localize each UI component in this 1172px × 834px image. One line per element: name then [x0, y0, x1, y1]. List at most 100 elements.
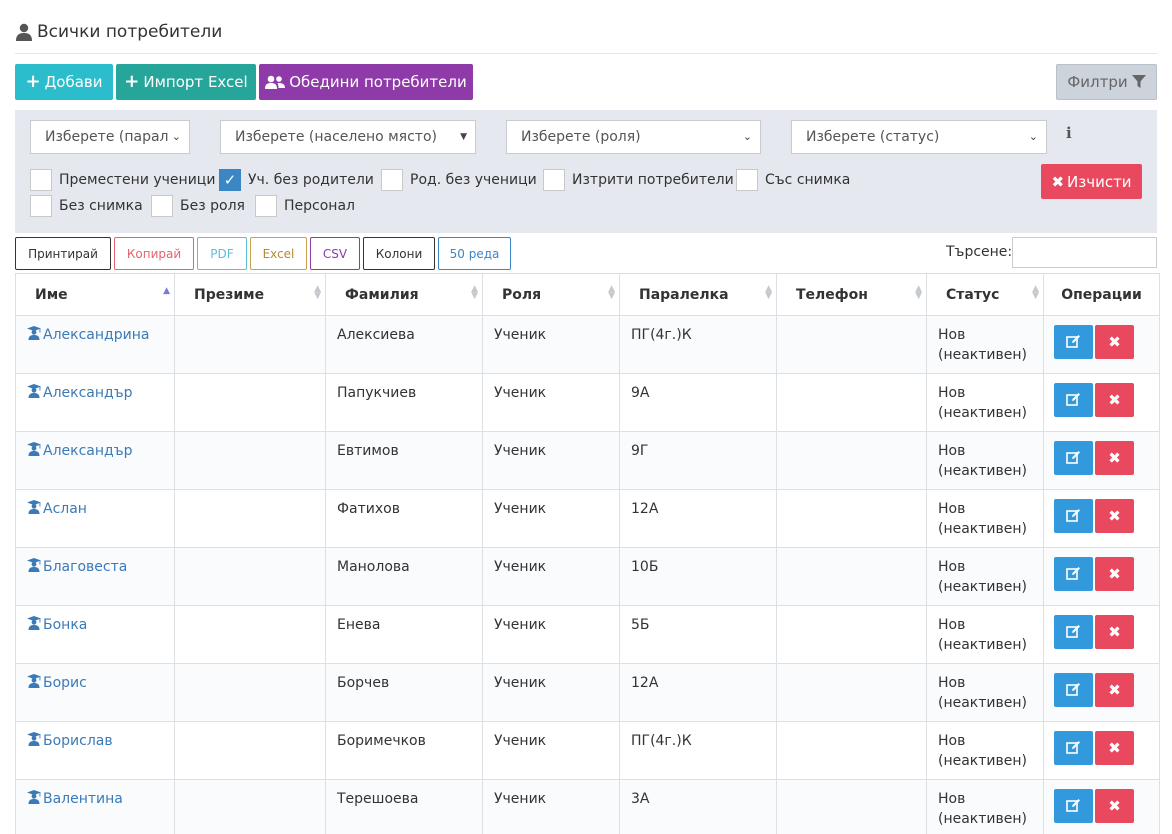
cell-middle-name [174, 605, 326, 664]
delete-button[interactable]: ✖ [1095, 557, 1134, 591]
place-select[interactable]: Изберете (населено място) ▼ [220, 120, 476, 154]
user-link[interactable]: Бонка [43, 617, 87, 633]
edit-button[interactable] [1054, 789, 1093, 823]
cell-last-name: Терешоева [325, 779, 483, 834]
cell-operations: ✖ [1043, 721, 1160, 780]
user-link[interactable]: Александър [43, 385, 132, 401]
csv-button[interactable]: CSV [310, 237, 360, 270]
checkbox-students-without-parents[interactable]: ✓ Уч. без родители [219, 169, 374, 191]
funnel-icon [1131, 75, 1146, 88]
edit-icon [1066, 683, 1080, 696]
table-row: Борис Борчев Ученик 12А Нов (неактивен) ✖ [15, 663, 1160, 722]
user-link[interactable]: Александрина [43, 327, 149, 343]
import-excel-button[interactable]: + Импорт Excel [116, 64, 256, 100]
delete-button[interactable]: ✖ [1095, 731, 1134, 765]
edit-button[interactable] [1054, 383, 1093, 417]
role-select[interactable]: Изберете (роля) ⌄ [506, 120, 761, 154]
column-header-role[interactable]: Роля ▲ ▼ [482, 273, 620, 316]
column-header-class[interactable]: Паралелка ▲ ▼ [619, 273, 777, 316]
checkbox-box[interactable] [736, 169, 758, 191]
checkbox-without-role[interactable]: Без роля [151, 195, 245, 217]
cell-first-name: Александър [15, 431, 175, 490]
class-select-value: Изберете (парал [45, 129, 169, 145]
pdf-button[interactable]: PDF [197, 237, 247, 270]
filter-panel: Изберете (парал ⌄ Изберете (населено мяс… [15, 110, 1157, 233]
cell-first-name: Валентина [15, 779, 175, 834]
checkbox-label: Род. без ученици [410, 172, 537, 188]
checkbox-box[interactable] [30, 195, 52, 217]
clear-filters-button[interactable]: ✖ Изчисти [1041, 164, 1142, 199]
delete-button[interactable]: ✖ [1095, 499, 1134, 533]
edit-button[interactable] [1054, 441, 1093, 475]
status-text: Нов (неактивен) [938, 327, 1027, 363]
checkbox-with-photo[interactable]: Със снимка [736, 169, 850, 191]
sort-icon: ▲ ▼ [608, 284, 615, 301]
checkbox-box[interactable] [381, 169, 403, 191]
column-header-label: Телефон [796, 286, 868, 303]
edit-button[interactable] [1054, 325, 1093, 359]
column-header-status[interactable]: Статус ▲ ▼ [926, 273, 1044, 316]
edit-button[interactable] [1054, 615, 1093, 649]
column-header-phone[interactable]: Телефон ▲ ▼ [776, 273, 927, 316]
delete-button[interactable]: ✖ [1095, 789, 1134, 823]
column-header-label: Презиме [194, 286, 265, 303]
user-link[interactable]: Борис [43, 675, 87, 691]
cell-role: Ученик [482, 663, 620, 722]
edit-button[interactable] [1054, 557, 1093, 591]
columns-button[interactable]: Колони [363, 237, 435, 270]
delete-button[interactable]: ✖ [1095, 325, 1134, 359]
add-button[interactable]: + Добави [15, 64, 113, 100]
column-header-label: Роля [502, 286, 542, 303]
status-text: Нов (неактивен) [938, 559, 1027, 595]
delete-button[interactable]: ✖ [1095, 383, 1134, 417]
user-link[interactable]: Александър [43, 443, 132, 459]
cell-middle-name [174, 547, 326, 606]
checkbox-deleted-users[interactable]: Изтрити потребители [543, 169, 734, 191]
checkbox-staff[interactable]: Персонал [255, 195, 355, 217]
check-icon[interactable]: ✓ [219, 169, 241, 191]
checkbox-box[interactable] [151, 195, 173, 217]
delete-button[interactable]: ✖ [1095, 441, 1134, 475]
delete-button[interactable]: ✖ [1095, 615, 1134, 649]
user-link[interactable]: Валентина [43, 791, 123, 807]
copy-button[interactable]: Копирай [114, 237, 194, 270]
search-input[interactable] [1012, 237, 1157, 268]
cell-role: Ученик [482, 373, 620, 432]
checkbox-label: Уч. без родители [248, 172, 374, 188]
cell-role: Ученик [482, 605, 620, 664]
excel-button[interactable]: Excel [250, 237, 307, 270]
delete-button[interactable]: ✖ [1095, 673, 1134, 707]
status-select[interactable]: Изберете (статус) ⌄ [791, 120, 1047, 154]
cell-operations: ✖ [1043, 663, 1160, 722]
column-header-last-name[interactable]: Фамилия ▲ ▼ [325, 273, 483, 316]
user-link[interactable]: Благовеста [43, 559, 127, 575]
cell-class: ПГ(4г.)К [619, 721, 777, 780]
rows-per-page-button[interactable]: 50 реда [438, 237, 511, 270]
edit-button[interactable] [1054, 731, 1093, 765]
edit-button[interactable] [1054, 499, 1093, 533]
print-button[interactable]: Принтирай [15, 237, 111, 270]
cell-middle-name [174, 489, 326, 548]
filters-button[interactable]: Филтри [1056, 64, 1157, 100]
merge-users-button[interactable]: Обедини потребители [259, 64, 473, 100]
user-link[interactable]: Аслан [43, 501, 87, 517]
sort-icon: ▲ ▼ [471, 284, 478, 301]
merge-users-label: Обедини потребители [289, 73, 467, 91]
user-link[interactable]: Борислав [43, 733, 113, 749]
edit-button[interactable] [1054, 673, 1093, 707]
checkbox-box[interactable] [543, 169, 565, 191]
cell-last-name: Алексиева [325, 315, 483, 374]
checkbox-box[interactable] [30, 169, 52, 191]
info-icon[interactable]: i [1066, 124, 1072, 142]
cell-phone [776, 547, 927, 606]
checkbox-without-photo[interactable]: Без снимка [30, 195, 143, 217]
column-header-middle-name[interactable]: Презиме ▲ ▼ [174, 273, 326, 316]
cell-role: Ученик [482, 779, 620, 834]
cell-first-name: Аслан [15, 489, 175, 548]
checkbox-parents-without-students[interactable]: Род. без ученици [381, 169, 537, 191]
column-header-first-name[interactable]: Име ▲ [15, 273, 175, 316]
checkbox-moved-students[interactable]: Преместени ученици [30, 169, 215, 191]
class-select[interactable]: Изберете (парал ⌄ [30, 120, 190, 154]
cell-first-name: Благовеста [15, 547, 175, 606]
checkbox-box[interactable] [255, 195, 277, 217]
